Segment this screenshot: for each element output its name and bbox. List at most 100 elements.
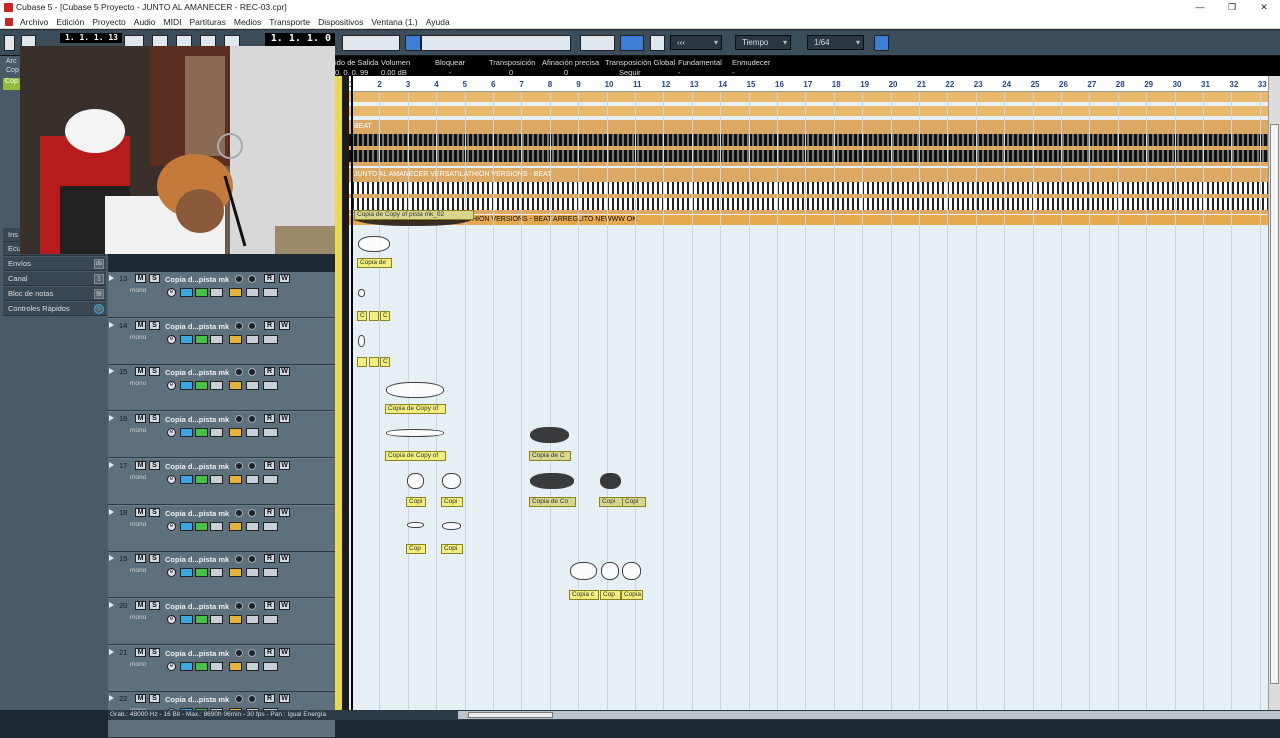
lanes-button[interactable]: [246, 288, 259, 297]
write-automation-button[interactable]: W: [279, 414, 290, 424]
read-automation-button[interactable]: R: [264, 414, 275, 424]
menu-transporte[interactable]: Transporte: [269, 15, 310, 29]
expand-arrow-icon[interactable]: [109, 275, 114, 281]
info-field-mute[interactable]: Enmudecer -: [732, 58, 770, 77]
lanes-button[interactable]: [246, 474, 259, 484]
snap-toggle[interactable]: [620, 35, 644, 51]
track-header[interactable]: 20 M S Copia d...pista mk R W mono e: [108, 598, 335, 645]
write-automation-button[interactable]: W: [279, 694, 290, 704]
audio-event[interactable]: Copi: [441, 497, 463, 507]
read-automation-button[interactable]: R: [264, 367, 275, 377]
track-header[interactable]: 21 M S Copia d...pista mk R W mono e: [108, 645, 335, 692]
eq-bypass-button[interactable]: [195, 381, 208, 391]
close-button[interactable]: ✕: [1248, 0, 1280, 15]
sends-bypass-button[interactable]: [210, 614, 223, 624]
monitor-icon[interactable]: [235, 555, 243, 564]
inserts-bypass-button[interactable]: [180, 474, 193, 484]
audio-event[interactable]: Copia de Copy of: [385, 451, 446, 461]
record-enable-icon[interactable]: [248, 275, 256, 283]
inserts-bypass-button[interactable]: [180, 661, 193, 671]
menu-audio[interactable]: Audio: [134, 15, 156, 29]
snap-type-dropdown[interactable]: Tiempo: [735, 35, 791, 50]
arrangement-area[interactable]: BEAT JUNTO AL AMANECER VERSATILATHION VE…: [349, 92, 1268, 710]
record-enable-icon[interactable]: [248, 508, 256, 517]
eq-bypass-button[interactable]: [195, 428, 208, 438]
monitor-icon[interactable]: [235, 461, 243, 470]
sends-bypass-button[interactable]: [210, 661, 223, 671]
inserts-bypass-button[interactable]: [180, 568, 193, 578]
edit-channel-button[interactable]: e: [167, 521, 176, 531]
track-name[interactable]: Copia d...pista mk: [165, 649, 229, 658]
expand-arrow-icon[interactable]: [109, 368, 114, 375]
sends-bypass-button[interactable]: [210, 521, 223, 531]
notepad-icon[interactable]: ▤: [94, 289, 104, 299]
track-name[interactable]: Copia d...pista mk: [165, 275, 229, 284]
record-enable-icon[interactable]: [248, 695, 256, 704]
menu-proyecto[interactable]: Proyecto: [92, 15, 126, 29]
track-name[interactable]: Copia d...pista mk: [165, 368, 229, 377]
monitor-icon[interactable]: [235, 508, 243, 517]
read-automation-button[interactable]: R: [264, 554, 275, 564]
inserts-bypass-button[interactable]: [180, 428, 193, 438]
expand-arrow-icon[interactable]: [109, 415, 114, 422]
info-field-finetune[interactable]: Afinación precisa 0: [542, 58, 599, 77]
section-quick-controls[interactable]: Controles Rápidos ◎: [3, 302, 106, 316]
object-selection-tool[interactable]: [405, 35, 421, 51]
grid-type-dropdown[interactable]: ‹‹‹: [670, 35, 722, 50]
solo-button[interactable]: S: [149, 320, 160, 330]
menu-midi[interactable]: MIDI: [164, 15, 182, 29]
solo-button[interactable]: S: [149, 554, 160, 564]
sends-bypass-button[interactable]: [210, 288, 223, 297]
info-field-root[interactable]: Fundamental -: [678, 58, 722, 77]
beat-arreglito-event[interactable]: JUNTO AL AMANECER VERSATILATHION VERSION…: [349, 215, 1268, 225]
audio-event[interactable]: C: [380, 311, 390, 321]
inserts-bypass-button[interactable]: [180, 521, 193, 531]
audio-event[interactable]: Cop: [406, 544, 426, 554]
edit-channel-button[interactable]: e: [167, 661, 176, 671]
sends-bypass-button[interactable]: [210, 334, 223, 344]
audio-event[interactable]: Copia de: [357, 258, 392, 268]
read-automation-button[interactable]: R: [264, 507, 275, 517]
track-name[interactable]: Copia d...pista mk: [165, 555, 229, 564]
timebase-button[interactable]: [263, 474, 278, 484]
eq-bypass-button[interactable]: [195, 614, 208, 624]
track-name[interactable]: Copia d...pista mk: [165, 462, 229, 471]
solo-button[interactable]: S: [149, 647, 160, 657]
solo-button[interactable]: S: [149, 507, 160, 517]
eq-bypass-button[interactable]: [195, 474, 208, 484]
scroll-thumb[interactable]: [468, 712, 553, 718]
inserts-bypass-button[interactable]: [180, 614, 193, 624]
monitor-icon[interactable]: [235, 601, 243, 610]
sends-bypass-button[interactable]: [210, 381, 223, 391]
expand-arrow-icon[interactable]: [109, 321, 114, 328]
activate-project-button[interactable]: [4, 35, 15, 51]
lanes-button[interactable]: [246, 568, 259, 578]
edit-channel-button[interactable]: e: [167, 428, 176, 438]
monitor-icon[interactable]: [235, 275, 243, 283]
write-automation-button[interactable]: W: [279, 647, 290, 657]
track-header[interactable]: 19 M S Copia d...pista mk R W mono e: [108, 552, 335, 599]
edit-channel-button[interactable]: e: [167, 381, 176, 391]
lanes-button[interactable]: [246, 661, 259, 671]
sends-bypass-button[interactable]: [210, 474, 223, 484]
inspector-track-name[interactable]: Cop: [3, 78, 20, 90]
inserts-bypass-button[interactable]: [180, 334, 193, 344]
audio-event[interactable]: [357, 357, 367, 367]
record-enable-icon[interactable]: [248, 461, 256, 470]
lock-button[interactable]: [229, 568, 242, 578]
record-enable-icon[interactable]: [248, 321, 256, 330]
monitor-icon[interactable]: [235, 368, 243, 377]
eq-bypass-button[interactable]: [195, 521, 208, 531]
mute-button[interactable]: M: [135, 414, 146, 424]
lanes-button[interactable]: [246, 521, 259, 531]
timebase-button[interactable]: [263, 568, 278, 578]
edit-channel-button[interactable]: e: [167, 334, 176, 344]
track-name[interactable]: Copia d...pista mk: [165, 602, 229, 611]
eq-bypass-button[interactable]: [195, 288, 208, 297]
track-header[interactable]: 17 M S Copia d...pista mk R W mono e: [108, 458, 335, 505]
lock-button[interactable]: [229, 428, 242, 438]
timeline-ruler[interactable]: 1234567891011121314151617181920212223242…: [349, 76, 1268, 92]
edit-channel-button[interactable]: e: [167, 288, 176, 297]
expand-arrow-icon[interactable]: [109, 555, 114, 562]
edit-channel-button[interactable]: e: [167, 568, 176, 578]
